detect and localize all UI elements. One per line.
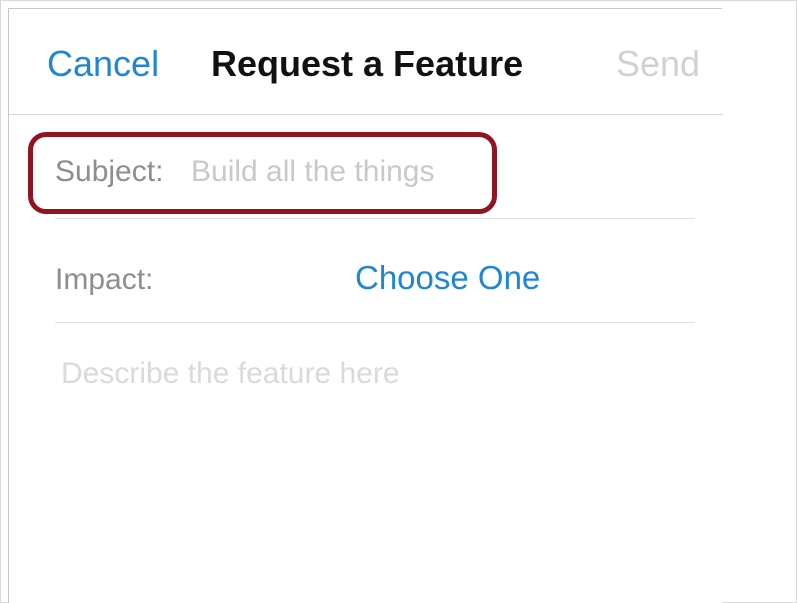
- cancel-button[interactable]: Cancel: [47, 43, 159, 85]
- subject-label: Subject:: [55, 155, 164, 188]
- navigation-bar: Cancel Request a Feature Send: [9, 9, 723, 115]
- impact-select[interactable]: Choose One: [355, 259, 540, 297]
- impact-label: Impact:: [55, 263, 154, 296]
- subject-input[interactable]: [191, 149, 611, 195]
- screenshot-frame: Cancel Request a Feature Send Subject: I…: [0, 0, 797, 603]
- page-title: Request a Feature: [211, 43, 524, 84]
- feature-description-input[interactable]: [61, 357, 681, 577]
- impact-row: Impact: Choose One: [55, 219, 695, 323]
- subject-row: Subject:: [28, 115, 695, 219]
- request-feature-sheet: Cancel Request a Feature Send Subject: I…: [8, 8, 723, 603]
- send-button[interactable]: Send: [616, 43, 700, 85]
